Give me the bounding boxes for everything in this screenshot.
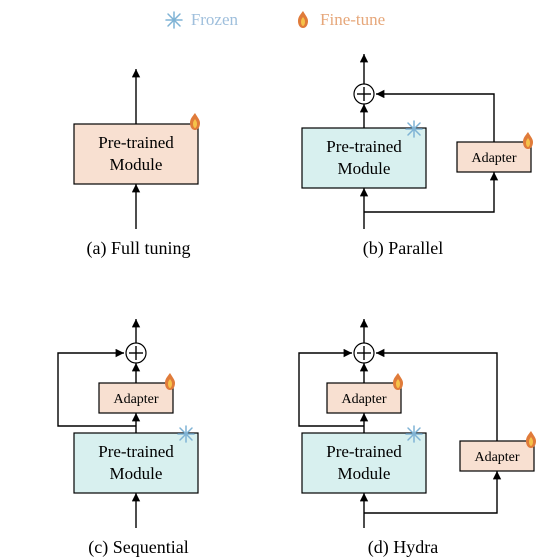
- panel-a-svg: Pre-trained Module: [16, 34, 261, 234]
- flame-icon: [165, 373, 175, 390]
- panel-a: Pre-trained Module (a) Full tuning: [16, 34, 261, 289]
- pretrained-line1: Pre-trained: [98, 442, 174, 461]
- legend-frozen-label: Frozen: [191, 10, 238, 30]
- pretrained-line2: Module: [110, 155, 163, 174]
- pretrained-line1: Pre-trained: [326, 137, 402, 156]
- adapter-box: Adapter: [457, 142, 531, 172]
- pretrained-line2: Module: [338, 464, 391, 483]
- pretrained-module-box: Pre-trained Module: [74, 433, 198, 493]
- pretrained-line1: Pre-trained: [326, 442, 402, 461]
- pretrained-module-box: Pre-trained Module: [74, 124, 198, 184]
- panel-b-svg: Pre-trained Module Adapter: [269, 34, 537, 234]
- flame-icon: [393, 373, 403, 390]
- add-node-icon: [126, 343, 146, 363]
- panel-d-svg: Adapter Adapter Pre-trained Module: [269, 303, 537, 533]
- flame-icon: [526, 431, 536, 448]
- pretrained-line2: Module: [338, 159, 391, 178]
- adapter-label: Adapter: [474, 450, 519, 465]
- adapter-label: Adapter: [113, 392, 158, 407]
- flame-icon: [190, 113, 200, 130]
- legend-finetune: Fine-tune: [294, 10, 385, 30]
- adapter-box-sequential: Adapter: [327, 383, 401, 413]
- panel-c: Adapter Pre-trained Module (c) Sequentia…: [16, 303, 261, 558]
- panel-c-caption: (c) Sequential: [16, 537, 261, 558]
- pretrained-module-box: Pre-trained Module: [302, 433, 426, 493]
- adapter-box: Adapter: [99, 383, 173, 413]
- panel-b-caption: (b) Parallel: [269, 238, 537, 259]
- diagram-grid: Pre-trained Module (a) Full tuning Pre-t…: [16, 34, 534, 558]
- snowflake-icon: [406, 426, 422, 442]
- adapter-box-parallel: Adapter: [460, 441, 534, 471]
- legend: Frozen Fine-tune: [16, 10, 534, 30]
- pretrained-line1: Pre-trained: [98, 133, 174, 152]
- pretrained-line2: Module: [110, 464, 163, 483]
- panel-d-caption: (d) Hydra: [269, 537, 537, 558]
- flame-icon: [523, 132, 533, 149]
- snowflake-icon: [165, 11, 183, 29]
- adapter-label: Adapter: [471, 151, 516, 166]
- snowflake-icon: [406, 121, 422, 137]
- snowflake-icon: [178, 426, 194, 442]
- pretrained-module-box: Pre-trained Module: [302, 128, 426, 188]
- legend-finetune-label: Fine-tune: [320, 10, 385, 30]
- add-node-icon: [354, 343, 374, 363]
- panel-a-caption: (a) Full tuning: [16, 238, 261, 259]
- add-node-icon: [354, 84, 374, 104]
- flame-icon: [294, 10, 312, 30]
- legend-frozen: Frozen: [165, 10, 238, 30]
- panel-d: Adapter Adapter Pre-trained Module (d) H…: [269, 303, 537, 558]
- panel-c-svg: Adapter Pre-trained Module: [16, 303, 261, 533]
- panel-b: Pre-trained Module Adapter (b) Parallel: [269, 34, 537, 289]
- adapter-label: Adapter: [341, 392, 386, 407]
